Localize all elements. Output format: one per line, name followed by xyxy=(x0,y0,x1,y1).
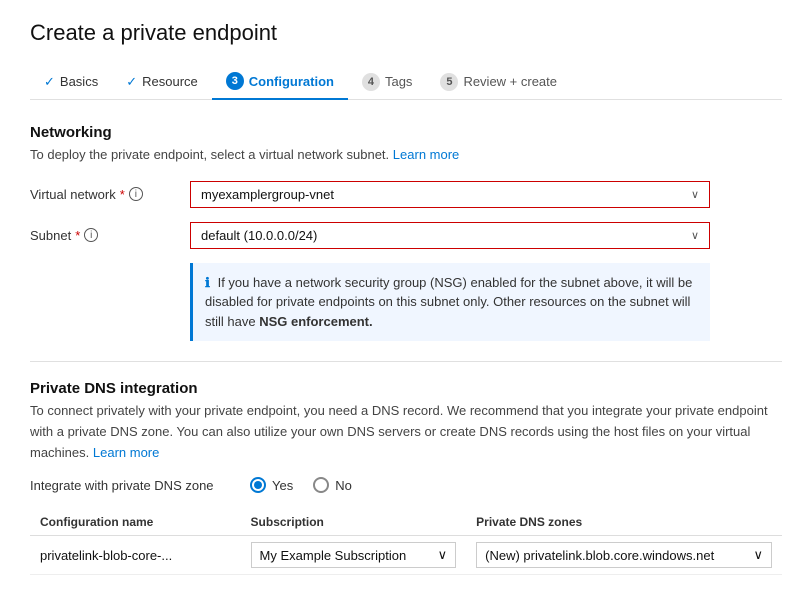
configuration-step-circle: 3 xyxy=(226,72,244,90)
dns-section-desc: To connect privately with your private e… xyxy=(30,401,782,463)
subscription-select[interactable]: My Example Subscription ∨ xyxy=(251,542,457,568)
dns-section: Private DNS integration To connect priva… xyxy=(30,380,782,575)
integrate-dns-row: Integrate with private DNS zone Yes No xyxy=(30,477,782,493)
tab-review[interactable]: 5 Review + create xyxy=(426,65,571,99)
col-header-subscription: Subscription xyxy=(241,509,467,536)
virtual-network-row: Virtual network * i myexamplergroup-vnet… xyxy=(30,181,782,208)
table-row: privatelink-blob-core-... My Example Sub… xyxy=(30,536,782,575)
virtual-network-select[interactable]: myexamplergroup-vnet ∨ xyxy=(190,181,710,208)
basics-check-icon: ✓ xyxy=(44,74,55,90)
virtual-network-info-icon[interactable]: i xyxy=(129,187,143,201)
integrate-dns-label: Integrate with private DNS zone xyxy=(30,478,230,493)
tab-basics-label: Basics xyxy=(60,74,98,89)
virtual-network-chevron-icon: ∨ xyxy=(691,188,699,201)
dns-zone-select[interactable]: (New) privatelink.blob.core.windows.net … xyxy=(476,542,772,568)
dns-learn-more[interactable]: Learn more xyxy=(93,445,159,460)
radio-yes-label: Yes xyxy=(272,478,293,493)
subscription-chevron-icon: ∨ xyxy=(438,547,448,563)
virtual-network-required: * xyxy=(120,187,125,202)
resource-check-icon: ✓ xyxy=(126,74,137,90)
dns-zone-chevron-icon: ∨ xyxy=(753,547,763,563)
page-title: Create a private endpoint xyxy=(30,20,782,46)
subnet-row: Subnet * i default (10.0.0.0/24) ∨ xyxy=(30,222,782,249)
networking-section-desc: To deploy the private endpoint, select a… xyxy=(30,145,782,165)
dns-zone-value: (New) privatelink.blob.core.windows.net xyxy=(485,548,714,563)
subnet-value: default (10.0.0.0/24) xyxy=(201,228,317,243)
networking-section-title: Networking xyxy=(30,124,782,141)
subnet-select[interactable]: default (10.0.0.0/24) ∨ xyxy=(190,222,710,249)
review-step-circle: 5 xyxy=(440,73,458,91)
tab-resource-label: Resource xyxy=(142,74,198,89)
networking-learn-more[interactable]: Learn more xyxy=(393,147,459,162)
col-header-dns-zones: Private DNS zones xyxy=(466,509,782,536)
tab-review-label: Review + create xyxy=(463,74,557,89)
nsg-info-box: ℹ If you have a network security group (… xyxy=(190,263,710,342)
subnet-required: * xyxy=(75,228,80,243)
radio-no-label: No xyxy=(335,478,352,493)
nsg-info-icon: ℹ xyxy=(205,275,210,290)
virtual-network-value: myexamplergroup-vnet xyxy=(201,187,334,202)
dns-table: Configuration name Subscription Private … xyxy=(30,509,782,575)
radio-no[interactable]: No xyxy=(313,477,352,493)
tab-tags[interactable]: 4 Tags xyxy=(348,65,426,99)
tab-basics[interactable]: ✓ Basics xyxy=(30,66,112,98)
tags-step-circle: 4 xyxy=(362,73,380,91)
col-header-config: Configuration name xyxy=(30,509,241,536)
radio-yes[interactable]: Yes xyxy=(250,477,293,493)
tab-tags-label: Tags xyxy=(385,74,412,89)
subscription-value: My Example Subscription xyxy=(260,548,407,563)
section-divider xyxy=(30,361,782,362)
subnet-label: Subnet * i xyxy=(30,228,190,243)
tab-configuration-label: Configuration xyxy=(249,74,334,89)
tab-configuration[interactable]: 3 Configuration xyxy=(212,64,348,100)
radio-no-btn[interactable] xyxy=(313,477,329,493)
subnet-chevron-icon: ∨ xyxy=(691,229,699,242)
tab-resource[interactable]: ✓ Resource xyxy=(112,66,212,98)
wizard-tabs: ✓ Basics ✓ Resource 3 Configuration 4 Ta… xyxy=(30,64,782,100)
subnet-info-icon[interactable]: i xyxy=(84,228,98,242)
subscription-cell: My Example Subscription ∨ xyxy=(241,536,467,575)
config-name-cell: privatelink-blob-core-... xyxy=(30,536,241,575)
nsg-info-text: If you have a network security group (NS… xyxy=(205,275,692,329)
virtual-network-label: Virtual network * i xyxy=(30,187,190,202)
dns-zone-cell: (New) privatelink.blob.core.windows.net … xyxy=(466,536,782,575)
radio-yes-btn[interactable] xyxy=(250,477,266,493)
dns-section-title: Private DNS integration xyxy=(30,380,782,397)
